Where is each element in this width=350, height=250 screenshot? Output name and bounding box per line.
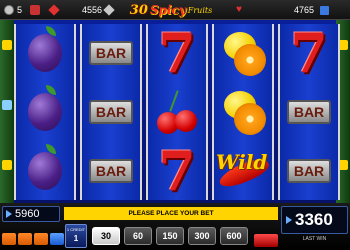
last-win-arrow-icon	[286, 216, 292, 224]
credit-selector[interactable]: 1 CREDIT 1	[65, 224, 87, 248]
bar-symbol: BAR	[89, 159, 133, 183]
reel-cell: 7	[148, 24, 206, 82]
reel-cell	[16, 24, 74, 82]
chips-group: 5	[4, 3, 22, 17]
balance-value: 5960	[15, 208, 40, 220]
jackpot-group: ♥ 4765	[236, 3, 314, 17]
reel-cell: BAR	[280, 83, 338, 141]
bet-button-300[interactable]: 300	[188, 227, 216, 245]
payline-marker	[2, 40, 12, 50]
bet-button-600[interactable]: 600	[220, 227, 248, 245]
bar-symbol: BAR	[89, 41, 133, 65]
sound-button[interactable]	[34, 233, 48, 245]
cherry-icon	[155, 90, 199, 134]
plum-icon	[28, 144, 62, 190]
cash-amount: 4556	[81, 5, 102, 15]
citrus-icon	[214, 24, 272, 82]
wild-chili-icon: Wild	[214, 146, 272, 196]
chips-count: 5	[17, 5, 23, 15]
heart-icon: ♥	[236, 4, 242, 15]
left-payline-panel	[0, 20, 14, 203]
reel-cell	[214, 83, 272, 141]
home-button[interactable]	[2, 233, 16, 245]
reel-area: BAR BAR BAR 7 7 Wild 7 BAR BAR	[0, 20, 350, 203]
settings-button[interactable]	[18, 233, 32, 245]
bet-button-30[interactable]: 30	[92, 227, 120, 245]
reel-4: Wild	[212, 24, 274, 200]
chip-icon	[4, 5, 14, 15]
plum-icon	[28, 85, 62, 131]
reel-cell: 7	[148, 142, 206, 200]
bar-symbol: BAR	[287, 100, 331, 124]
plum-icon	[28, 26, 62, 72]
bet-button-60[interactable]: 60	[124, 227, 152, 245]
reel-cell	[16, 83, 74, 141]
balance-arrow-icon	[6, 210, 12, 218]
game-logo: 30 Spicy Fruits	[114, 0, 228, 20]
credit-label: 1 CREDIT	[66, 227, 86, 232]
reel-cell: BAR	[82, 24, 140, 82]
reel-cell	[16, 142, 74, 200]
cash-group: 4556	[48, 3, 102, 17]
lines-group	[30, 3, 40, 17]
reel-cell	[214, 24, 272, 82]
citrus-icon	[214, 83, 272, 141]
reel-1	[14, 24, 76, 200]
bar-symbol: BAR	[89, 100, 133, 124]
status-message: PLEASE PLACE YOUR BET	[64, 207, 278, 220]
gamble-button[interactable]	[254, 234, 278, 247]
control-panel: 5960 PLEASE PLACE YOUR BET 1 CREDIT 1 30…	[0, 203, 350, 250]
last-win-display: 3360	[281, 206, 348, 234]
logo-subword: Fruits	[187, 5, 213, 15]
logo-number: 30	[129, 2, 148, 18]
reel-cell: Wild	[214, 142, 272, 200]
balance-display: 5960	[2, 206, 60, 222]
bar-symbol: BAR	[287, 159, 331, 183]
info-button[interactable]	[50, 233, 64, 245]
heart-amount: 4765	[293, 5, 314, 15]
last-win-value: 3360	[295, 210, 333, 229]
reel-cell: 7	[280, 24, 338, 82]
bonus-icon	[103, 3, 115, 17]
payline-marker	[2, 100, 12, 110]
wild-label: Wild	[216, 150, 268, 174]
reel-cell: BAR	[82, 83, 140, 141]
lines-icon	[30, 5, 40, 15]
utility-buttons	[2, 233, 64, 245]
credit-value: 1	[73, 234, 79, 243]
gift-icon	[320, 5, 329, 15]
bet-button-150[interactable]: 150	[156, 227, 184, 245]
reel-cell	[148, 83, 206, 141]
seven-symbol: 7	[158, 139, 196, 203]
reel-3: 7 7	[146, 24, 208, 200]
cash-icon	[48, 4, 60, 16]
reel-cell: BAR	[280, 142, 338, 200]
logo-word: Spicy	[149, 3, 186, 17]
reel-cell: BAR	[82, 142, 140, 200]
last-win-label: LAST WIN	[302, 236, 327, 242]
payline-marker	[2, 160, 12, 170]
gift-group	[320, 3, 329, 17]
reel-2: BAR BAR BAR	[80, 24, 142, 200]
seven-symbol: 7	[158, 21, 196, 85]
top-bar: 5 4556 30 Spicy Fruits ♥ 4765	[0, 0, 350, 20]
reel-5: 7 BAR BAR	[278, 24, 340, 200]
seven-symbol: 7	[290, 21, 328, 85]
